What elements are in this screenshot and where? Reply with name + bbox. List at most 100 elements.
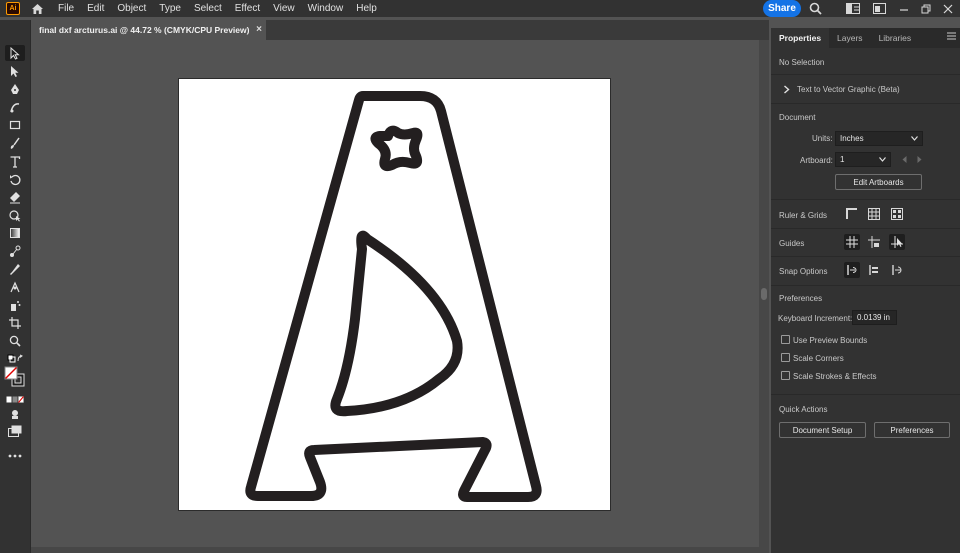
show-guides-icon[interactable] [844,234,860,250]
panel-tab-bar: Properties Layers Libraries [771,28,960,48]
divider [771,199,960,200]
screen-mode-icon[interactable] [5,423,25,439]
color-mode-icon[interactable] [5,391,25,407]
previous-artboard-icon[interactable] [898,152,910,167]
artboard-dropdown[interactable]: 1 [835,152,891,167]
document-tab-title: final dxf arcturus.ai @ 44.72 % (CMYK/CP… [39,25,250,35]
divider [771,394,960,395]
rotate-tool-icon[interactable] [5,171,25,187]
zoom-tool-icon[interactable] [5,333,25,349]
properties-panel: Properties Layers Libraries No Selection… [771,28,960,553]
rectangle-tool-icon[interactable] [5,117,25,133]
menu-window[interactable]: Window [308,3,344,14]
divider [771,256,960,257]
tools-panel [0,20,31,553]
tab-layers[interactable]: Layers [829,28,871,48]
panel-menu-icon[interactable] [947,32,956,42]
scale-strokes-label[interactable]: Scale Strokes & Effects [793,372,876,381]
edit-artboards-button[interactable]: Edit Artboards [835,174,922,190]
canvas-area[interactable] [31,40,759,547]
units-dropdown[interactable]: Inches [835,131,923,146]
grid-icon[interactable] [866,206,882,222]
search-icon[interactable] [807,1,823,16]
scale-corners-checkbox[interactable] [781,353,790,362]
symbol-sprayer-tool-icon[interactable] [5,297,25,313]
text-to-vector-label[interactable]: Text to Vector Graphic (Beta) [797,85,900,94]
rulers-icon[interactable] [844,206,860,222]
restore-icon[interactable] [918,1,934,16]
fill-stroke-swatch-icon[interactable] [3,366,27,388]
artboard-value: 1 [840,155,845,164]
preferences-button[interactable]: Preferences [874,422,950,438]
next-artboard-icon[interactable] [913,152,925,167]
divider [771,285,960,286]
menu-edit[interactable]: Edit [87,3,104,14]
artboard-tool-icon[interactable] [5,315,25,331]
star-shape[interactable] [370,125,423,172]
tab-properties[interactable]: Properties [771,28,830,48]
paintbrush-tool-icon[interactable] [5,135,25,151]
quick-actions-heading: Quick Actions [779,405,828,414]
direct-selection-tool-icon[interactable] [5,63,25,79]
letter-a-artwork[interactable] [179,79,610,510]
letter-a-counter[interactable] [330,230,463,417]
panel-layout-icon[interactable] [871,1,887,16]
puppet-warp-tool-icon[interactable] [5,279,25,295]
gradient-tool-icon[interactable] [5,225,25,241]
menu-help[interactable]: Help [356,3,377,14]
transparency-grid-icon[interactable] [889,206,905,222]
vertical-scroll-thumb[interactable] [761,288,767,300]
artboard[interactable] [179,79,610,510]
app-logo: Ai [6,2,20,15]
draw-mode-icon[interactable] [5,406,25,422]
snap-to-glyph-icon[interactable] [889,262,905,278]
keyboard-increment-label: Keyboard Increment: [778,314,853,323]
use-preview-bounds-checkbox[interactable] [781,335,790,344]
document-setup-button[interactable]: Document Setup [779,422,866,438]
chevron-down-icon [911,136,918,141]
menu-file[interactable]: File [58,3,74,14]
snap-to-pixel-icon[interactable] [866,262,882,278]
smart-guides-icon[interactable] [889,234,905,250]
tab-libraries[interactable]: Libraries [871,28,920,48]
blend-tool-icon[interactable] [5,243,25,259]
edit-toolbar-icon[interactable] [5,448,25,464]
keyboard-increment-value: 0.0139 in [857,313,890,322]
workspace-switcher-icon[interactable] [845,1,861,16]
menu-object[interactable]: Object [117,3,146,14]
menu-select[interactable]: Select [194,3,222,14]
curvature-tool-icon[interactable] [5,99,25,115]
eraser-tool-icon[interactable] [5,189,25,205]
default-colors-icon[interactable] [5,351,25,367]
home-icon[interactable] [30,2,44,16]
chevron-right-icon[interactable] [779,81,793,97]
scale-corners-label[interactable]: Scale Corners [793,354,844,363]
menu-type[interactable]: Type [159,3,181,14]
keyboard-increment-input[interactable]: 0.0139 in [852,310,897,325]
close-window-icon[interactable] [940,1,956,16]
units-value: Inches [840,134,864,143]
document-tab[interactable]: final dxf arcturus.ai @ 44.72 % (CMYK/CP… [31,20,266,40]
lock-guides-icon[interactable] [866,234,882,250]
scale-strokes-checkbox[interactable] [781,371,790,380]
vertical-scrollbar[interactable] [759,40,769,547]
minimize-icon[interactable] [896,1,912,16]
pen-tool-icon[interactable] [5,81,25,97]
document-tab-bar: final dxf arcturus.ai @ 44.72 % (CMYK/CP… [31,20,769,40]
no-selection-label: No Selection [779,58,825,67]
menu-effect[interactable]: Effect [235,3,260,14]
share-button[interactable]: Share [763,0,801,17]
type-tool-icon[interactable] [5,153,25,169]
shape-builder-tool-icon[interactable] [5,207,25,223]
horizontal-scrollbar[interactable] [31,547,769,553]
document-heading: Document [779,113,816,122]
close-tab-icon[interactable]: × [256,24,262,35]
menu-view[interactable]: View [273,3,295,14]
eyedropper-tool-icon[interactable] [5,261,25,277]
divider [771,103,960,104]
snap-to-point-icon[interactable] [844,262,860,278]
selection-tool-icon[interactable] [5,45,25,61]
use-preview-bounds-label[interactable]: Use Preview Bounds [793,336,867,345]
letter-a-outline[interactable] [245,91,542,502]
chevron-down-icon [879,157,886,162]
